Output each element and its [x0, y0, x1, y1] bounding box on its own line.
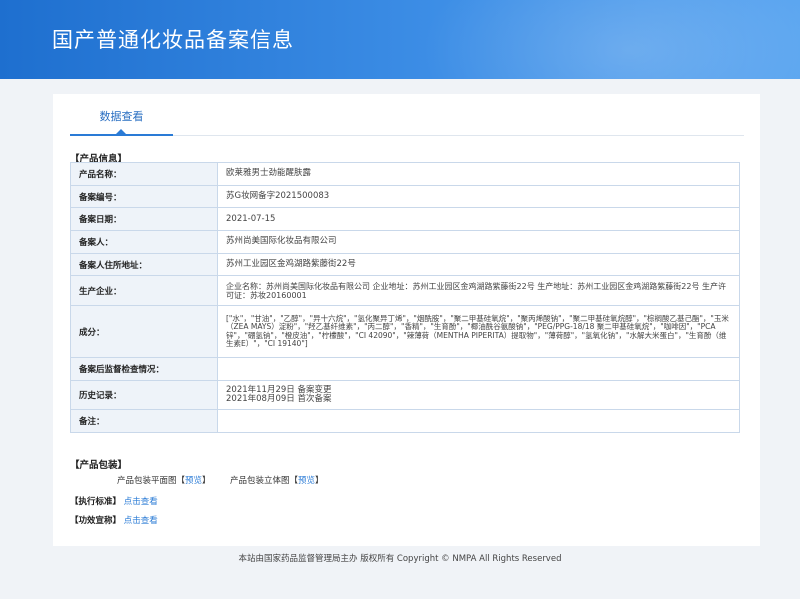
stereo-image-label: 产品包装立体图 [229, 476, 290, 486]
table-row: 生产企业： 企业名称：苏州尚美国际化妆品有限公司 企业地址：苏州工业园区金鸡湖路… [70, 275, 740, 307]
efficacy-row: 【功效宣称】 点击查看 [70, 514, 158, 526]
header-decoration [420, 0, 800, 79]
row-value: 企业名称：苏州尚美国际化妆品有限公司 企业地址：苏州工业园区金鸡湖路紫藤街22号… [217, 275, 740, 307]
packaging-row: 产品包装平面图【预览】 产品包装立体图【预览】 [117, 474, 324, 486]
row-label: 备案后监督检查情况： [70, 357, 218, 382]
row-label: 备注： [70, 409, 218, 433]
table-row: 备案日期： 2021-07-15 [70, 207, 740, 232]
row-value: 苏州工业园区金鸡湖路紫藤街22号 [217, 252, 740, 277]
stereo-image-preview-link[interactable]: 预览 [298, 476, 315, 486]
row-label: 生产企业： [70, 275, 218, 307]
row-value: 苏州尚美国际化妆品有限公司 [217, 230, 740, 254]
product-info-table: 产品名称： 欧莱雅男士劲能醒肤露 备案编号： 苏G妆网备字2021500083 … [70, 162, 740, 433]
row-label: 备案人： [70, 230, 218, 254]
row-value: 2021-07-15 [217, 207, 740, 232]
row-value: 2021年11月29日 备案变更 2021年08月09日 首次备案 [217, 380, 740, 411]
content-card: 数据查看 【产品信息】 产品名称： 欧莱雅男士劲能醒肤露 备案编号： 苏G妆网备… [53, 94, 760, 546]
row-value [217, 357, 740, 382]
efficacy-view-link[interactable]: 点击查看 [124, 516, 158, 526]
table-row: 历史记录： 2021年11月29日 备案变更 2021年08月09日 首次备案 [70, 380, 740, 411]
standard-view-link[interactable]: 点击查看 [124, 497, 158, 507]
table-row: 成分： ["水"，"甘油"，"乙醇"，"异十六烷"，"氢化聚异丁烯"，"烟酰胺"… [70, 305, 740, 359]
flat-image-preview-link[interactable]: 预览 [185, 476, 202, 486]
bracket: 【 [176, 476, 186, 486]
row-label: 成分： [70, 305, 218, 359]
row-value: 苏G妆网备字2021500083 [217, 184, 740, 209]
row-label: 备案日期： [70, 207, 218, 232]
row-value: 欧莱雅男士劲能醒肤露 [217, 162, 740, 186]
history-entry: 2021年08月09日 首次备案 [226, 394, 332, 405]
page-header: 国产普通化妆品备案信息 [0, 0, 800, 79]
page-footer: 本站由国家药品监督管理局主办 版权所有 Copyright © NMPA All… [238, 554, 562, 564]
table-row: 备案人住所地址： 苏州工业园区金鸡湖路紫藤街22号 [70, 252, 740, 277]
row-label: 产品名称： [70, 162, 218, 186]
tab-bar: 数据查看 [70, 94, 744, 136]
section-title-packaging: 【产品包装】 [70, 460, 128, 471]
row-value [217, 409, 740, 433]
table-row: 备案后监督检查情况： [70, 357, 740, 382]
page-title: 国产普通化妆品备案信息 [52, 28, 294, 52]
row-label: 备案编号： [70, 184, 218, 209]
standard-row: 【执行标准】 点击查看 [70, 495, 158, 507]
bracket: 【 [289, 476, 298, 486]
table-row: 备案编号： 苏G妆网备字2021500083 [70, 184, 740, 209]
section-title-efficacy: 【功效宣称】 [70, 516, 122, 526]
section-title-standard: 【执行标准】 [70, 497, 122, 507]
flat-image-label: 产品包装平面图 [117, 476, 177, 486]
table-row: 产品名称： 欧莱雅男士劲能醒肤露 [70, 162, 740, 186]
table-row: 备注： [70, 409, 740, 433]
row-label: 历史记录： [70, 380, 218, 411]
row-label: 备案人住所地址： [70, 252, 218, 277]
bracket: 】 [315, 476, 324, 486]
tab-active-indicator [116, 129, 126, 134]
row-value: ["水"，"甘油"，"乙醇"，"异十六烷"，"氢化聚异丁烯"，"烟酰胺"，"聚二… [217, 305, 740, 359]
bracket: 】 [202, 476, 211, 486]
table-row: 备案人： 苏州尚美国际化妆品有限公司 [70, 230, 740, 254]
